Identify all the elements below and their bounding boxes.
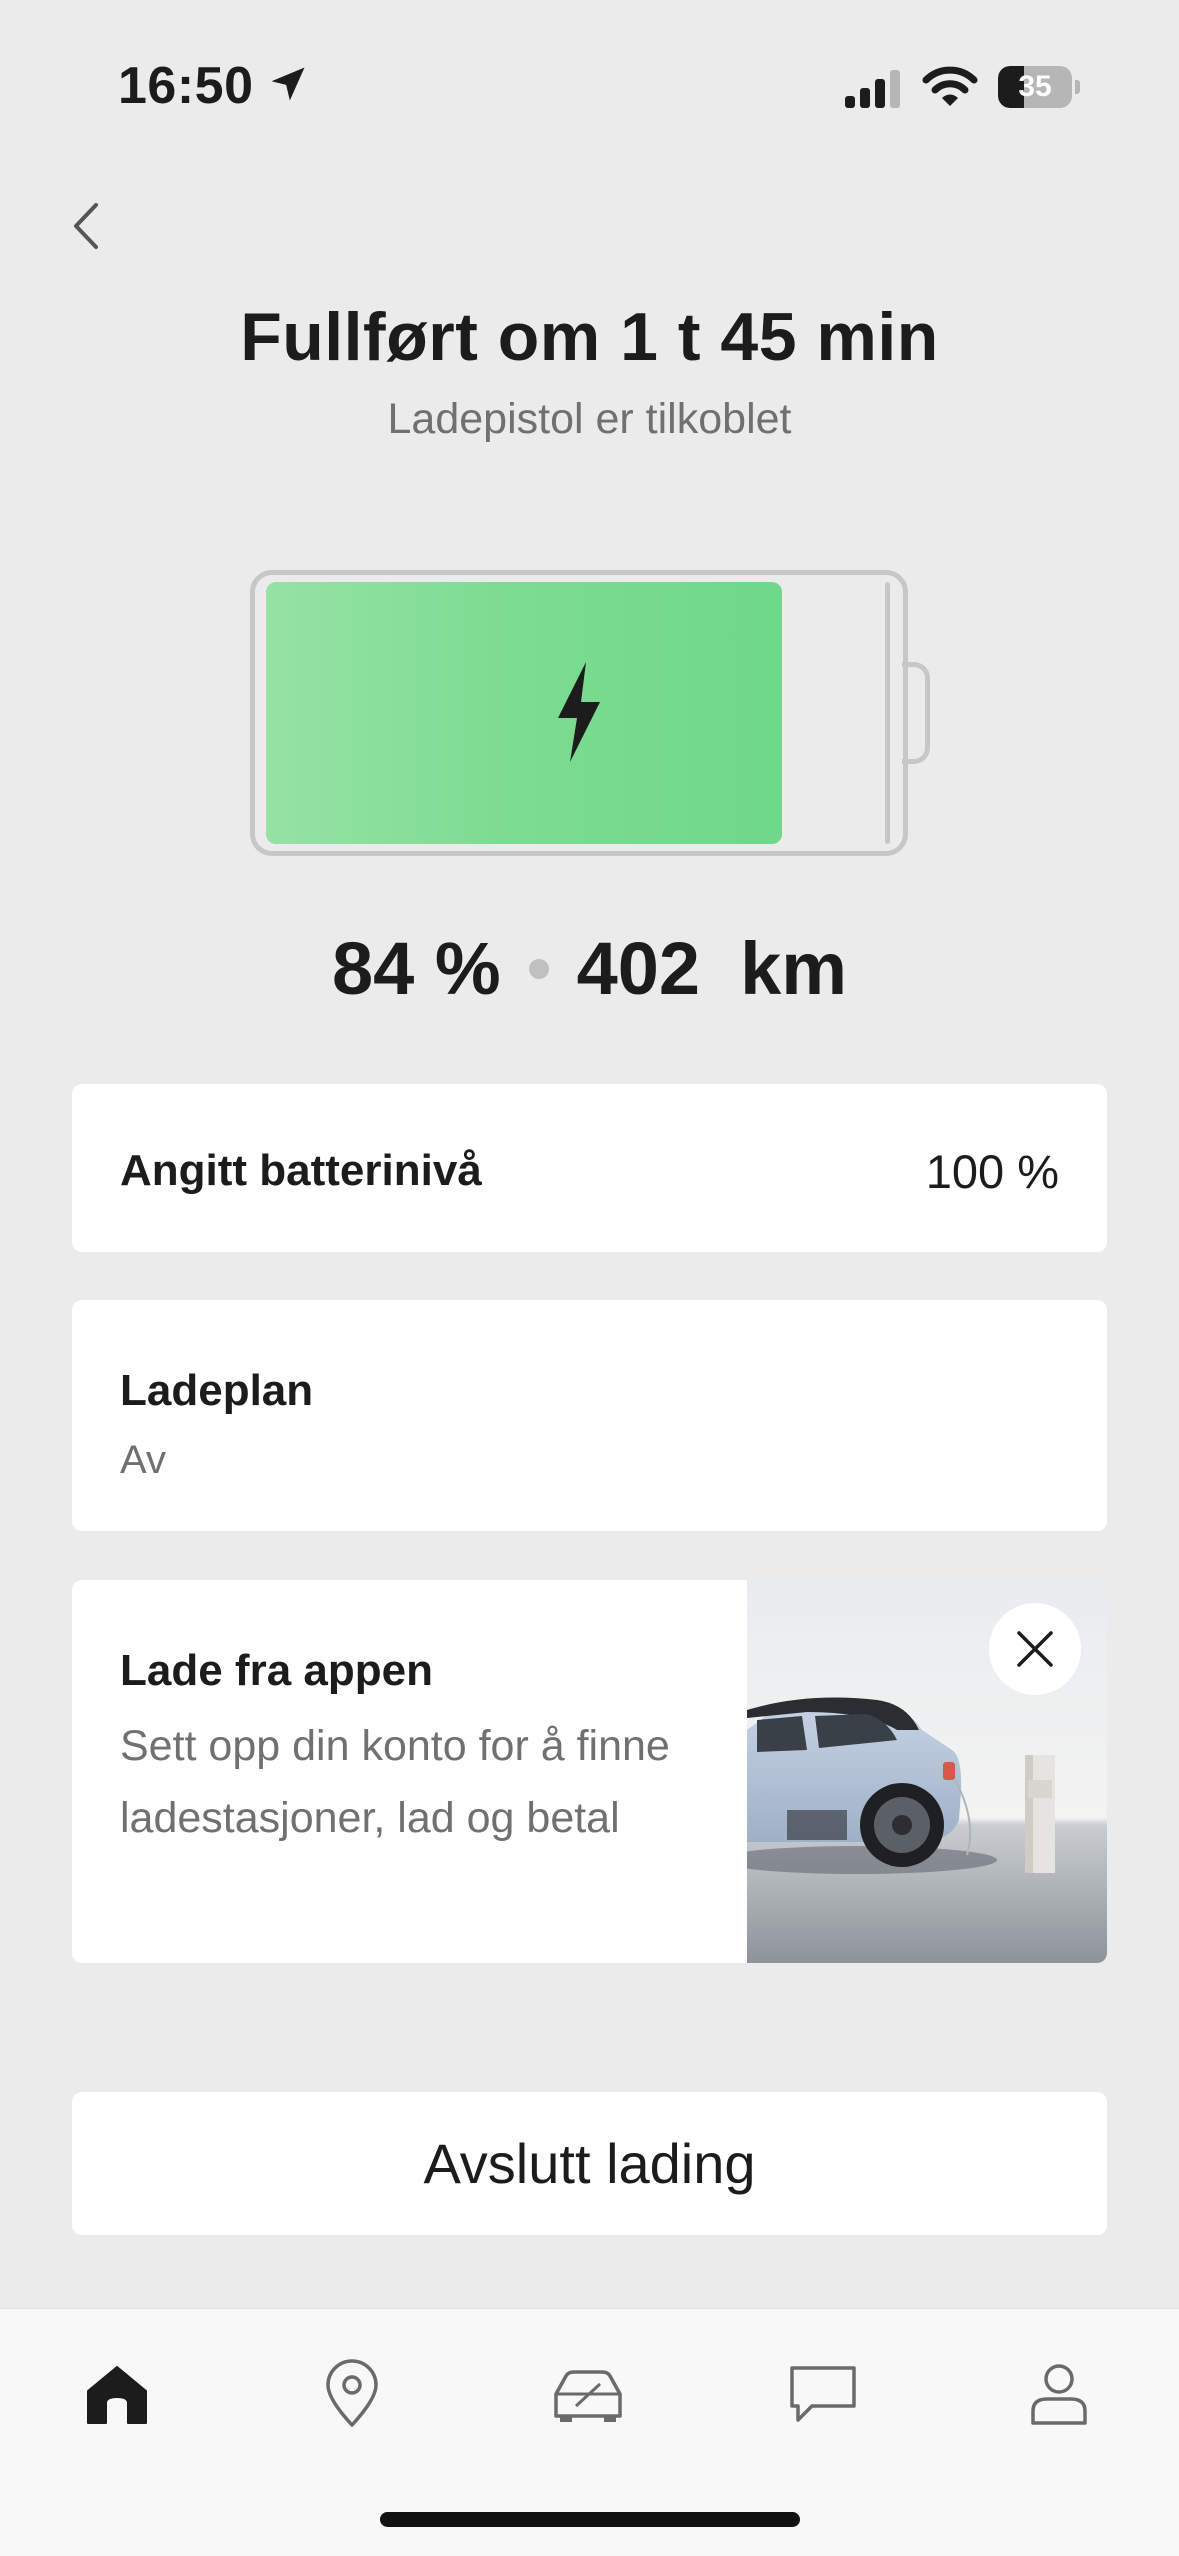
battery-graphic <box>250 570 930 856</box>
range-value: 402 <box>576 927 701 1010</box>
page-subtitle: Ladepistol er tilkoblet <box>387 395 792 443</box>
target-level-value: 100 % <box>925 1145 1059 1198</box>
cellular-signal-icon <box>845 70 900 108</box>
range-unit: km <box>740 927 848 1010</box>
battery-fill <box>266 582 782 844</box>
battery-end-line <box>885 582 890 844</box>
page-title: Fullført om 1 t 45 min <box>240 299 939 375</box>
separator-dot <box>528 958 549 979</box>
home-indicator <box>380 2512 800 2527</box>
close-icon <box>1017 1631 1053 1667</box>
tab-car[interactable] <box>543 2349 633 2439</box>
chevron-left-icon <box>74 203 98 249</box>
promo-title: Lade fra appen <box>120 1646 433 1695</box>
location-arrow-icon <box>271 67 305 101</box>
charging-plan-label: Ladeplan <box>120 1366 314 1415</box>
tab-messages[interactable] <box>778 2349 868 2439</box>
charge-percent: 84 % <box>331 927 501 1010</box>
battery-icon: 35 <box>998 66 1080 108</box>
charging-plan-card[interactable]: Ladeplan Av <box>72 1300 1107 1531</box>
tab-profile[interactable] <box>1014 2349 1104 2439</box>
charge-summary: 84 % 402 km <box>0 926 1179 1011</box>
target-level-label: Angitt batterinivå <box>120 1146 482 1195</box>
back-button[interactable] <box>60 196 110 256</box>
app-charging-promo-card[interactable]: Lade fra appen Sett opp din konto for å … <box>72 1580 1107 1963</box>
charging-plan-value: Av <box>120 1438 166 1482</box>
promo-close-button[interactable] <box>989 1603 1081 1695</box>
stop-charging-button[interactable]: Avslutt lading <box>72 2092 1107 2235</box>
home-icon <box>87 2366 147 2424</box>
tab-home[interactable] <box>72 2349 162 2439</box>
status-bar: 16:50 35 <box>0 0 1179 150</box>
battery-terminal <box>902 662 930 764</box>
wifi-icon <box>922 66 978 106</box>
chat-icon <box>790 2366 856 2422</box>
target-level-card[interactable]: Angitt batterinivå 100 % <box>72 1084 1107 1252</box>
lightning-bolt-icon <box>558 662 600 762</box>
car-icon <box>554 2370 622 2422</box>
battery-level-text: 35 <box>1018 70 1052 103</box>
map-pin-icon <box>326 2359 378 2427</box>
profile-icon <box>1031 2364 1087 2425</box>
status-time: 16:50 <box>118 57 254 115</box>
tab-map[interactable] <box>307 2349 397 2439</box>
charging-screen: 16:50 35 Fullført om 1 t 45 min Ladepist… <box>0 0 1179 2556</box>
promo-description: Sett opp din konto for å finne ladestasj… <box>120 1722 670 1842</box>
